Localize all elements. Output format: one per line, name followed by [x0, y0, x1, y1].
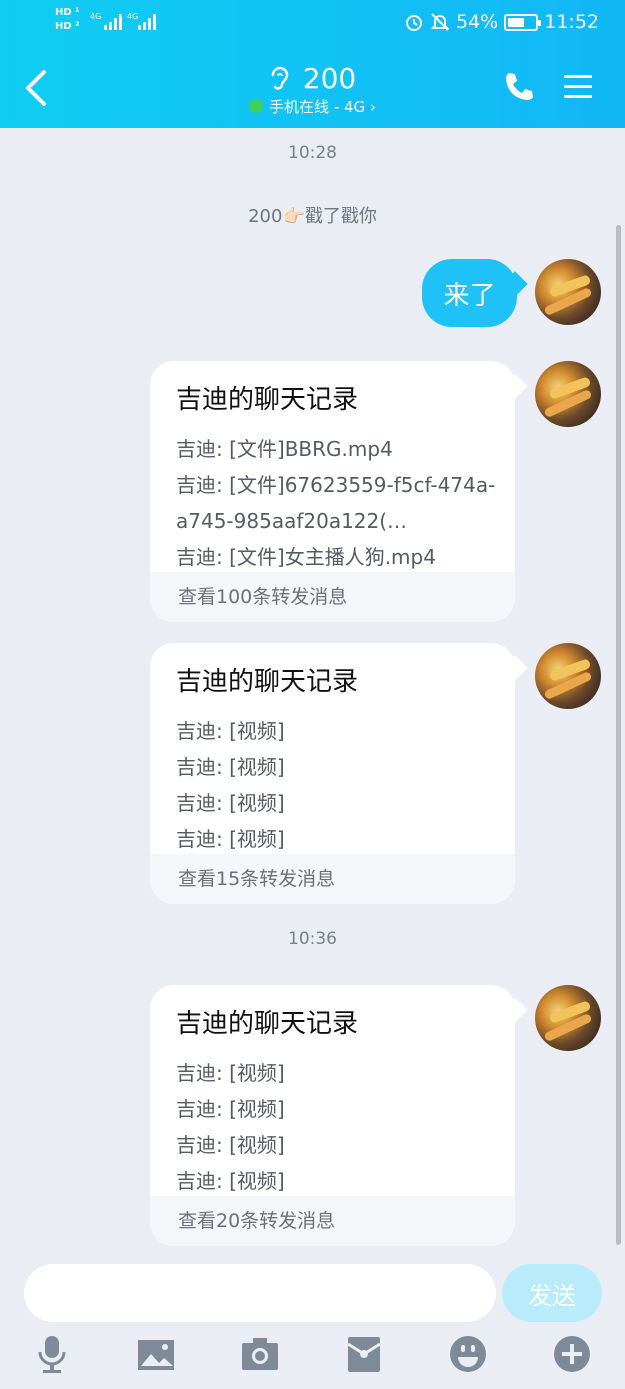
card-line: 吉迪: [文件]女主播人狗.mp4 [176, 545, 436, 569]
card-line: 吉迪: [视频] [176, 755, 285, 779]
my-message-bubble[interactable]: 来了 [422, 259, 517, 327]
card-line: 吉迪: [文件]BBRG.mp4 [176, 437, 393, 461]
sim-indicator: HD ¹ HD ² [55, 7, 80, 32]
send-button[interactable]: 发送 [502, 1264, 602, 1322]
card-title: 吉迪的聊天记录 [176, 1009, 359, 1039]
image-icon[interactable] [136, 1334, 176, 1374]
menu-icon[interactable] [562, 72, 594, 102]
alarm-icon [406, 15, 422, 31]
plus-icon[interactable] [552, 1334, 592, 1374]
forwarded-chat-card[interactable]: 吉迪的聊天记录 吉迪: [视频] 吉迪: [视频] 吉迪: [视频] 吉迪: [… [150, 985, 515, 1246]
red-packet-icon[interactable] [344, 1334, 384, 1374]
phone-call-icon[interactable] [502, 70, 536, 104]
timestamp: 10:28 [288, 143, 337, 163]
message-input[interactable] [24, 1264, 496, 1322]
network-label-2: 4G [127, 12, 138, 21]
online-dot [249, 99, 264, 113]
forwarded-chat-card[interactable]: 吉迪的聊天记录 吉迪: [文件]BBRG.mp4 吉迪: [文件]6762355… [150, 361, 515, 622]
avatar[interactable] [535, 361, 601, 427]
forwarded-chat-card[interactable]: 吉迪的聊天记录 吉迪: [视频] 吉迪: [视频] 吉迪: [视频] 吉迪: [… [150, 643, 515, 904]
emoji-icon[interactable] [448, 1334, 488, 1374]
battery-icon [504, 13, 542, 31]
avatar[interactable] [535, 643, 601, 709]
battery-percent: 54% [456, 11, 499, 33]
card-title: 吉迪的聊天记录 [176, 385, 359, 415]
my-message-text: 来了 [443, 280, 496, 311]
card-line: 吉迪: [视频] [176, 719, 285, 743]
input-bar: 发送 [0, 1250, 625, 1389]
card-footer[interactable]: 查看15条转发消息 [150, 854, 515, 904]
chat-header: HD ¹ HD ² 4G 4G 54% 11:52 200 手机在线 - 4G › [0, 0, 625, 128]
card-line: 吉迪: [视频] [176, 1097, 285, 1121]
card-line: 吉迪: [视频] [176, 791, 285, 815]
poke-notice: 200👉🏻戳了戳你 [248, 206, 377, 227]
contact-name: 200 [302, 62, 357, 95]
card-footer[interactable]: 查看20条转发消息 [150, 1196, 515, 1246]
message-list[interactable]: 10:28 200👉🏻戳了戳你 来了 吉迪的聊天记录 吉迪: [文件]BBRG.… [0, 128, 625, 1250]
avatar[interactable] [535, 985, 601, 1051]
signal-icon: 4G 4G [90, 12, 156, 30]
mute-bell-icon [430, 13, 450, 31]
card-title: 吉迪的聊天记录 [176, 667, 359, 697]
ear-icon [271, 66, 289, 90]
scrollbar[interactable] [616, 225, 621, 1245]
card-line: 吉迪: [视频] [176, 827, 285, 851]
clock: 11:52 [544, 11, 599, 33]
card-line: 吉迪: [视频] [176, 1061, 285, 1085]
online-status-label: 手机在线 - 4G [269, 98, 366, 116]
microphone-icon[interactable] [32, 1334, 72, 1374]
network-label-1: 4G [90, 12, 101, 21]
card-line: 吉迪: [文件]67623559-f5cf-474a- [176, 473, 496, 497]
card-line: 吉迪: [视频] [176, 1133, 285, 1157]
card-line: a745-985aaf20a122(… [176, 509, 408, 533]
avatar[interactable] [535, 259, 601, 325]
timestamp: 10:36 [288, 929, 337, 949]
card-line: 吉迪: [视频] [176, 1169, 285, 1193]
chevron-right-icon: › [365, 98, 376, 116]
camera-icon[interactable] [240, 1334, 280, 1374]
toolbar [0, 1334, 625, 1378]
card-footer[interactable]: 查看100条转发消息 [150, 572, 515, 622]
status-bar: HD ¹ HD ² 4G 4G 54% 11:52 [0, 0, 625, 46]
